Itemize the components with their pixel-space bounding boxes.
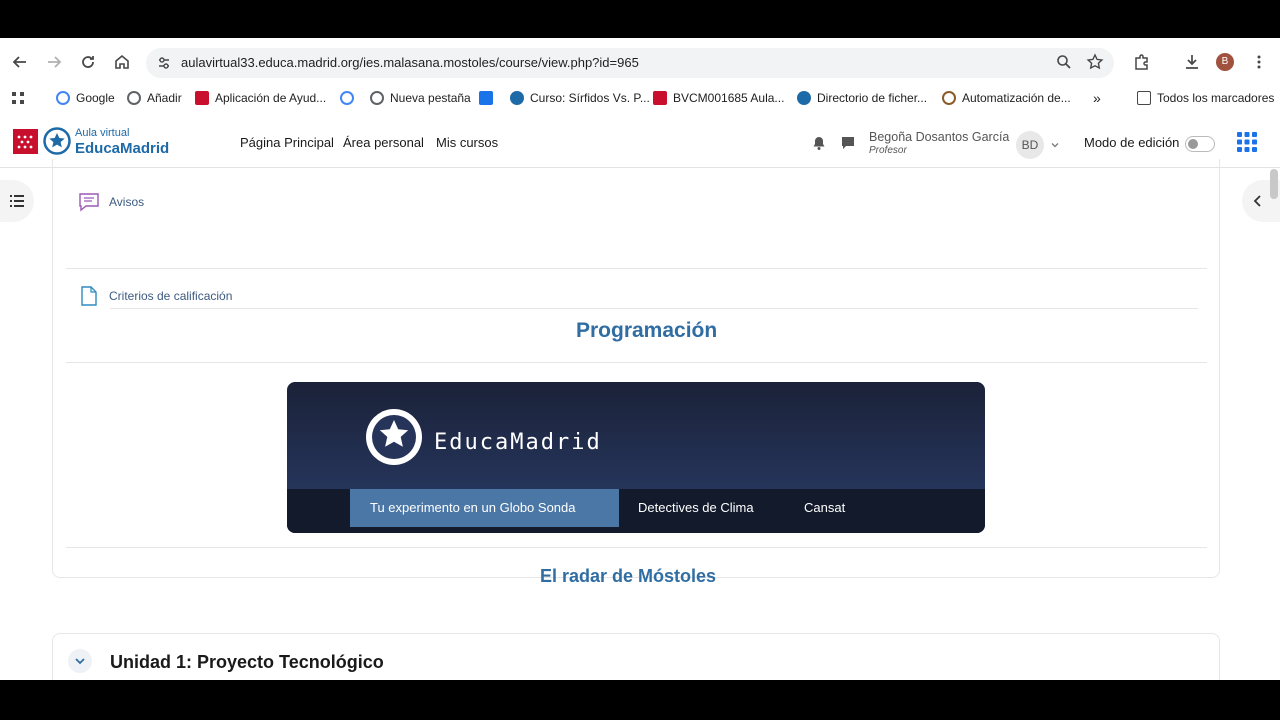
unit-1-title[interactable]: Unidad 1: Proyecto Tecnológico bbox=[110, 652, 384, 673]
bookmark-label: Directorio de ficher... bbox=[817, 91, 928, 105]
user-avatar[interactable]: BD bbox=[1016, 131, 1044, 159]
messages-icon[interactable] bbox=[840, 135, 856, 151]
back-icon[interactable] bbox=[10, 52, 30, 72]
logo-title[interactable]: EducaMadrid bbox=[75, 140, 169, 157]
notifications-bell-icon[interactable] bbox=[811, 135, 827, 151]
banner-tab-detectives-clima[interactable]: Detectives de Clima bbox=[618, 489, 774, 527]
more-bookmarks-icon[interactable]: » bbox=[1093, 88, 1101, 108]
course-content: Avisos Criterios de calificación Program… bbox=[0, 159, 1280, 680]
extensions-icon[interactable] bbox=[1132, 52, 1152, 72]
banner-tab-globo-sonda[interactable]: Tu experimento en un Globo Sonda bbox=[350, 489, 619, 527]
bookmark-mail[interactable] bbox=[479, 88, 499, 108]
site-info-icon[interactable] bbox=[154, 53, 174, 73]
educamadrid-star-icon[interactable] bbox=[43, 127, 71, 155]
nav-area-personal[interactable]: Área personal bbox=[343, 135, 424, 150]
all-bookmarks-label: Todos los marcadores bbox=[1157, 91, 1275, 105]
bookmark-automatizacion[interactable]: Automatización de... bbox=[942, 88, 1071, 108]
bookmark-google[interactable]: Google bbox=[56, 88, 115, 108]
user-name[interactable]: Begoña Dosantos García bbox=[869, 130, 1009, 144]
activity-name: Criterios de calificación bbox=[109, 289, 233, 303]
browser-menu-icon[interactable] bbox=[1249, 52, 1269, 72]
globe-icon bbox=[370, 91, 384, 105]
bookmark-google-2[interactable] bbox=[340, 88, 360, 108]
all-bookmarks-folder[interactable]: Todos los marcadores bbox=[1137, 88, 1274, 108]
bookmark-nueva-pestana[interactable]: Nueva pestaña bbox=[370, 88, 471, 108]
bookmark-aplicacion[interactable]: Aplicación de Ayud... bbox=[195, 88, 326, 108]
banner-title: EducaMadrid bbox=[434, 430, 602, 455]
activity-name: Avisos bbox=[109, 195, 145, 209]
bookmark-curso-sirfidos[interactable]: Curso: Sírfidos Vs. P... bbox=[510, 88, 650, 108]
bookmark-label: Curso: Sírfidos Vs. P... bbox=[530, 91, 650, 105]
bookmarks-bar: Google Añadir Aplicación de Ayud... Nuev… bbox=[0, 86, 1280, 110]
bookmark-directorio[interactable]: Directorio de ficher... bbox=[797, 88, 927, 108]
logo-subtitle: Aula virtual bbox=[75, 127, 130, 139]
browser-toolbar: aulavirtual33.educa.madrid.org/ies.malas… bbox=[0, 38, 1280, 86]
globe-icon bbox=[127, 91, 141, 105]
collapse-section-chevron-down-icon[interactable] bbox=[68, 649, 92, 673]
banner-tab-cansat[interactable]: Cansat bbox=[784, 489, 865, 527]
forum-icon bbox=[78, 191, 100, 213]
download-icon[interactable] bbox=[1182, 52, 1202, 72]
educamadrid-banner: EducaMadrid Tu experimento en un Globo S… bbox=[287, 382, 985, 533]
educamadrid-icon bbox=[797, 91, 811, 105]
home-icon[interactable] bbox=[112, 52, 132, 72]
divider bbox=[66, 362, 1207, 363]
nav-mis-cursos[interactable]: Mis cursos bbox=[436, 135, 498, 150]
nav-pagina-principal[interactable]: Página Principal bbox=[240, 135, 334, 150]
madrid-flag-icon bbox=[653, 91, 667, 105]
bookmark-label: Añadir bbox=[147, 91, 182, 105]
forward-icon[interactable] bbox=[44, 52, 64, 72]
page-scrollbar[interactable] bbox=[1270, 169, 1278, 199]
edit-mode-toggle[interactable] bbox=[1185, 136, 1215, 152]
bookmark-bvcm[interactable]: BVCM001685 Aula... bbox=[653, 88, 784, 108]
course-index-toggle[interactable] bbox=[0, 180, 34, 222]
reload-icon[interactable] bbox=[78, 52, 98, 72]
programacion-heading: Programación bbox=[576, 319, 718, 342]
mail-icon bbox=[479, 91, 493, 105]
zoom-icon[interactable] bbox=[1054, 52, 1074, 72]
divider bbox=[66, 268, 1207, 269]
comunidad-madrid-logo[interactable] bbox=[13, 129, 38, 154]
user-menu-chevron-down-icon[interactable] bbox=[1049, 138, 1061, 150]
banner-menu: Tu experimento en un Globo Sonda Detecti… bbox=[287, 489, 985, 533]
divider bbox=[66, 547, 1207, 548]
bookmark-label: Nueva pestaña bbox=[390, 91, 471, 105]
google-icon bbox=[56, 91, 70, 105]
toggle-knob bbox=[1188, 139, 1198, 149]
address-bar[interactable]: aulavirtual33.educa.madrid.org/ies.malas… bbox=[146, 48, 1114, 78]
gear-icon bbox=[942, 91, 956, 105]
bookmark-anadir[interactable]: Añadir bbox=[127, 88, 182, 108]
bookmark-label: Aplicación de Ayud... bbox=[215, 91, 327, 105]
url-text: aulavirtual33.educa.madrid.org/ies.malas… bbox=[181, 55, 639, 70]
bookmark-label: BVCM001685 Aula... bbox=[673, 91, 785, 105]
browser-window: aulavirtual33.educa.madrid.org/ies.malas… bbox=[0, 38, 1280, 680]
pdf-file-icon bbox=[78, 285, 100, 307]
apps-grid-icon[interactable] bbox=[1236, 131, 1258, 153]
bookmark-star-icon[interactable] bbox=[1085, 52, 1105, 72]
browser-profile-avatar[interactable]: B bbox=[1216, 53, 1234, 71]
apps-icon[interactable] bbox=[11, 88, 25, 108]
radar-heading[interactable]: El radar de Móstoles bbox=[540, 566, 716, 587]
educamadrid-logo-icon bbox=[361, 404, 427, 470]
graduation-cap-icon bbox=[510, 91, 524, 105]
activity-criterios[interactable]: Criterios de calificación bbox=[78, 285, 232, 307]
edit-mode-label: Modo de edición bbox=[1084, 135, 1180, 150]
google-icon bbox=[340, 91, 354, 105]
bookmark-label: Automatización de... bbox=[962, 91, 1071, 105]
madrid-flag-icon bbox=[195, 91, 209, 105]
folder-icon bbox=[1137, 91, 1151, 105]
divider bbox=[110, 308, 1198, 309]
bookmark-label: Google bbox=[76, 91, 115, 105]
activity-avisos[interactable]: Avisos bbox=[78, 191, 144, 213]
user-role: Profesor bbox=[869, 145, 907, 156]
